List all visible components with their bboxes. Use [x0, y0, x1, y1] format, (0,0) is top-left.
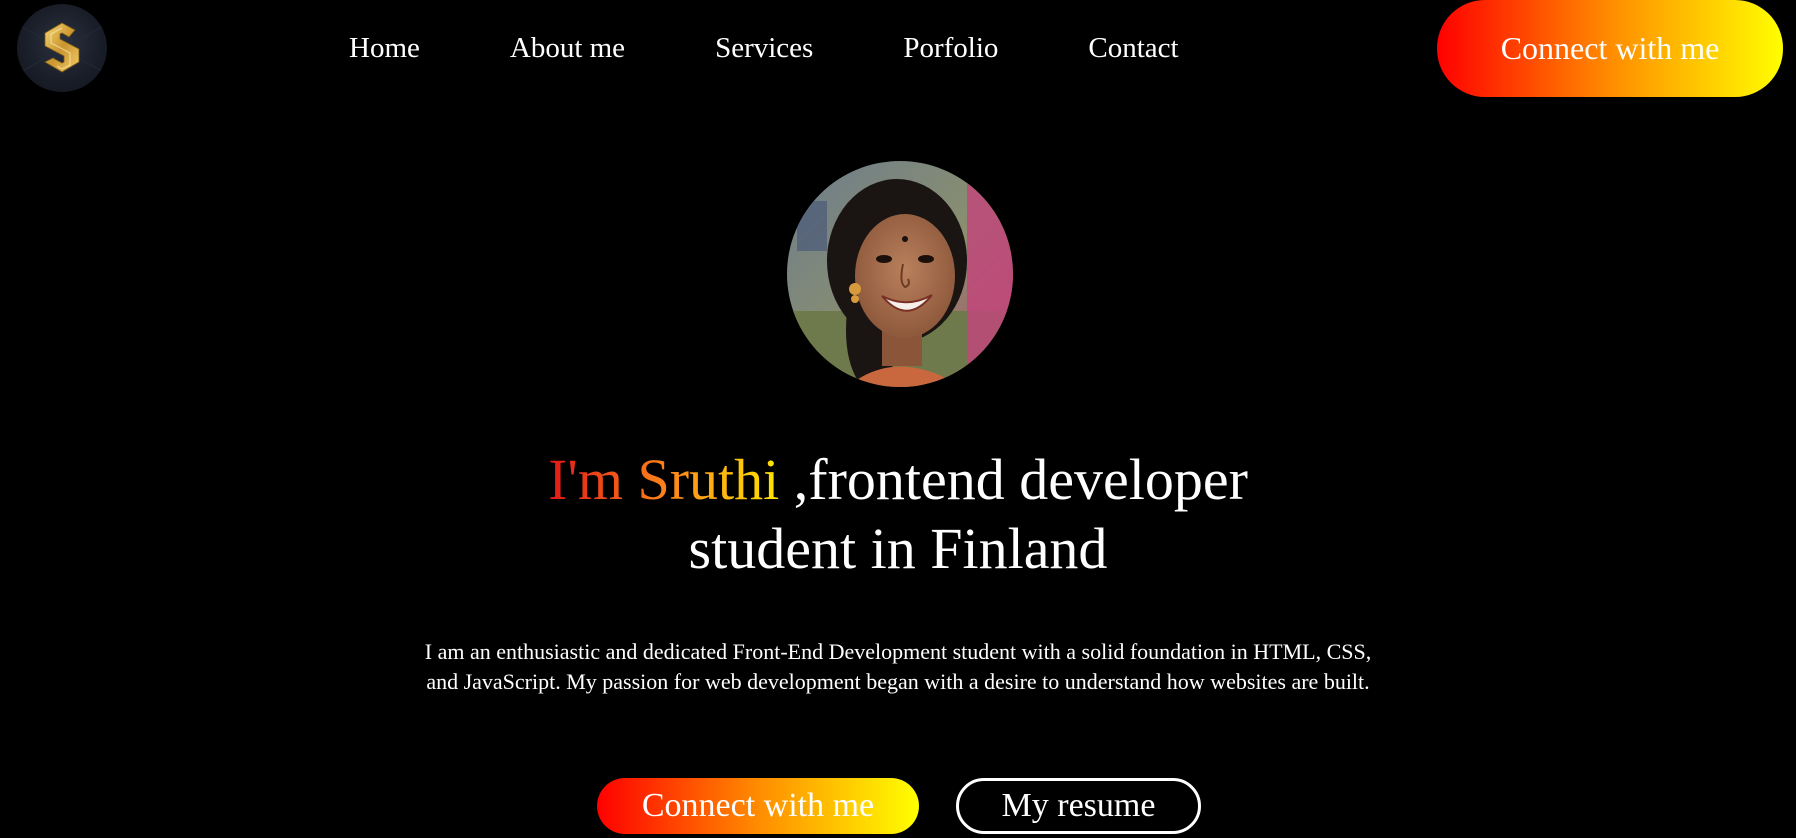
- connect-with-me-header-button[interactable]: Connect with me: [1437, 0, 1783, 97]
- nav-home[interactable]: Home: [349, 28, 420, 68]
- headline-role: ,frontend developer: [779, 447, 1248, 512]
- top-navbar: Home About me Services Porfolio Contact …: [0, 0, 1796, 98]
- connect-with-me-button[interactable]: Connect with me: [597, 778, 919, 834]
- s-monogram-logo-icon: [17, 22, 107, 75]
- main-nav: Home About me Services Porfolio Contact: [349, 28, 1179, 68]
- nav-contact[interactable]: Contact: [1088, 28, 1178, 68]
- profile-avatar: [787, 161, 1013, 387]
- nav-services[interactable]: Services: [715, 28, 813, 68]
- logo[interactable]: [17, 4, 107, 92]
- headline-location: student in Finland: [688, 516, 1108, 581]
- profile-photo: [787, 161, 1013, 387]
- hero-cta-row: Connect with me My resume: [0, 778, 1796, 838]
- nav-portfolio[interactable]: Porfolio: [903, 28, 998, 68]
- hero-intro: I am an enthusiastic and dedicated Front…: [424, 639, 1372, 694]
- nav-about-me[interactable]: About me: [510, 28, 625, 68]
- hero-headline: I'm Sruthi ,frontend developer student i…: [398, 445, 1398, 583]
- headline-name: I'm Sruthi: [548, 447, 780, 512]
- my-resume-button[interactable]: My resume: [956, 778, 1201, 834]
